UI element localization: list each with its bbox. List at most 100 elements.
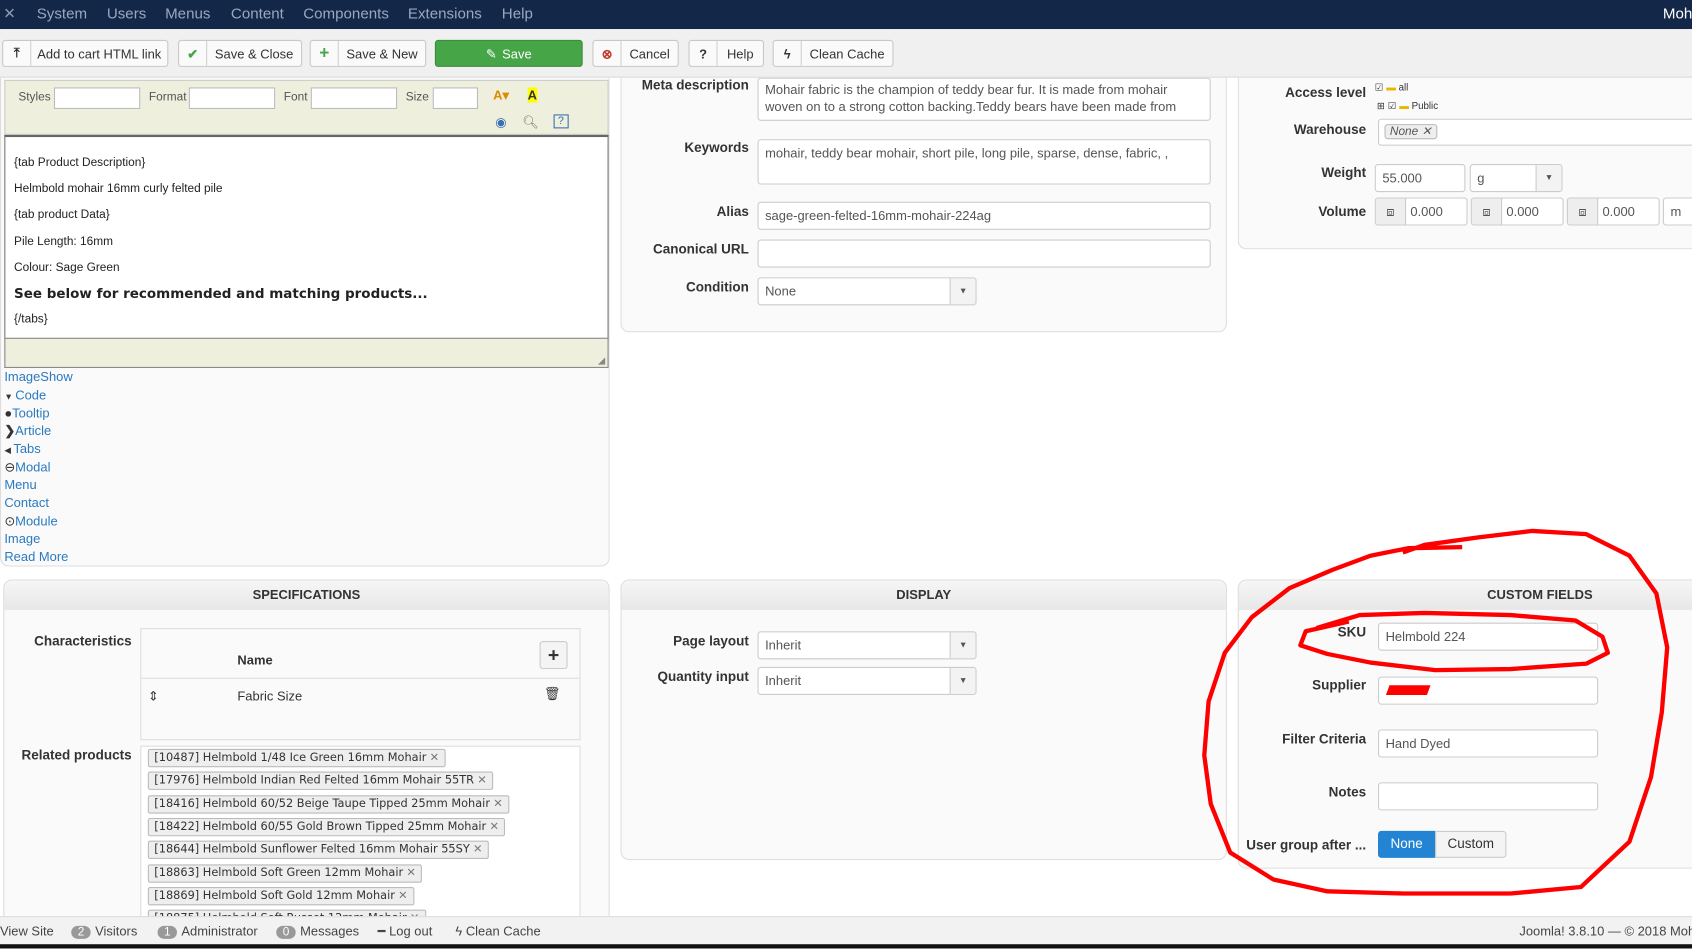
code-button[interactable]: ▼ Code — [4, 387, 46, 402]
trash-icon[interactable]: 🗑︎ — [544, 686, 560, 701]
lightning-icon: ϟ — [774, 41, 802, 66]
supplier-field[interactable] — [1378, 676, 1599, 705]
remove-icon[interactable]: ✕ — [430, 751, 440, 764]
visitors-link[interactable]: 2 Visitors — [71, 924, 137, 939]
view-site-link[interactable]: View Site — [0, 924, 54, 939]
toolbar: ⤒ Add to cart HTML link ✔ Save & Close + Sa… — [0, 29, 1692, 78]
site-title[interactable]: Moh — [1663, 4, 1692, 21]
access-public-checkbox[interactable]: ⊞ ☑ ▬ Public — [1377, 100, 1438, 112]
contact-button[interactable]: Contact — [4, 495, 49, 510]
menu-extensions[interactable]: Extensions — [408, 4, 482, 21]
editor-line: Colour: Sage Green — [14, 260, 120, 274]
module-button[interactable]: ⊙Module — [4, 514, 57, 529]
preview-icon[interactable]: 🔍︎ — [522, 114, 538, 129]
menu-button[interactable]: Menu — [4, 477, 36, 492]
add-characteristic-button[interactable]: + — [539, 640, 568, 670]
editor-content[interactable]: {tab Product Description} Helmbold mohai… — [4, 134, 609, 339]
volume-unit-select[interactable]: m — [1662, 197, 1692, 226]
chevron-down-icon: ▼ — [1535, 165, 1562, 192]
help-icon[interactable]: ? — [553, 114, 569, 129]
imageshow-button[interactable]: ImageShow — [4, 369, 72, 384]
related-product-tag[interactable]: [18644] Helmbold Sunflower Felted 16mm M… — [147, 840, 489, 860]
drag-handle-icon[interactable]: ⇕ — [148, 688, 159, 703]
remove-icon[interactable]: ✕ — [493, 797, 503, 810]
user-group-custom-toggle[interactable]: Custom — [1435, 830, 1507, 858]
resize-handle-icon[interactable]: ◢ — [598, 355, 605, 367]
remove-icon[interactable]: ✕ — [477, 774, 487, 787]
sku-field[interactable]: Helmbold 224 — [1378, 622, 1599, 651]
plus-icon: + — [311, 41, 339, 66]
article-button[interactable]: ❯Article — [4, 423, 51, 438]
alias-field[interactable]: sage-green-felted-16mm-mohair-224ag — [757, 201, 1211, 230]
remove-icon[interactable]: ✕ — [1422, 125, 1432, 138]
weight-field[interactable]: 55.000 — [1374, 164, 1466, 193]
save-new-button[interactable]: + Save & New — [309, 39, 427, 67]
joomla-logo-icon[interactable]: ✕ — [3, 4, 16, 22]
read-more-button[interactable]: Read More — [4, 549, 68, 564]
tabs-button[interactable]: ◀ Tabs — [4, 441, 40, 456]
related-product-tag[interactable]: [18416] Helmbold 60/52 Beige Taupe Tippe… — [147, 794, 510, 814]
styles-select[interactable] — [53, 87, 141, 109]
tooltip-button[interactable]: ●Tooltip — [4, 406, 49, 421]
access-all-checkbox[interactable]: ☑ ▬ all — [1375, 82, 1409, 94]
menu-help[interactable]: Help — [502, 4, 533, 21]
redaction-mark — [1385, 685, 1431, 695]
font-select[interactable] — [310, 87, 398, 109]
meta-description-field[interactable]: Mohair fabric is the champion of teddy b… — [757, 77, 1211, 121]
menu-system[interactable]: System — [37, 4, 87, 21]
status-bar: View Site 2 Visitors 1 Administrator 0 Mess… — [0, 916, 1692, 945]
remove-icon[interactable]: ✕ — [398, 889, 408, 902]
related-product-tag[interactable]: [10487] Helmbold 1/48 Ice Green 16mm Moh… — [147, 748, 446, 768]
play-circle-icon: ⊙ — [4, 513, 16, 529]
editor-line: Pile Length: 16mm — [14, 234, 114, 248]
specifications-panel: SPECIFICATIONS Characteristics Name + ⇕ … — [3, 579, 610, 940]
keywords-field[interactable]: mohair, teddy bear mohair, short pile, l… — [757, 139, 1211, 185]
image-button[interactable]: Image — [4, 531, 40, 546]
warehouse-select[interactable]: None ✕ — [1378, 118, 1692, 146]
menu-components[interactable]: Components — [303, 4, 389, 21]
size-select[interactable] — [432, 87, 479, 109]
height-field[interactable]: ⧈ 0.000 — [1566, 197, 1660, 226]
messages-link[interactable]: 0 Messages — [276, 924, 359, 939]
canonical-url-field[interactable] — [757, 239, 1211, 268]
insert-media-icon[interactable]: ◉ — [495, 114, 506, 129]
width-field[interactable]: ⧈ 0.000 — [1470, 197, 1564, 226]
weight-unit-select[interactable]: g ▼ — [1469, 164, 1563, 193]
related-product-tag[interactable]: [18869] Helmbold Soft Gold 12mm Mohair ✕ — [147, 886, 415, 906]
related-product-tag[interactable]: [17976] Helmbold Indian Red Felted 16mm … — [147, 771, 494, 791]
user-group-none-toggle[interactable]: None — [1378, 830, 1436, 858]
save-close-button[interactable]: ✔ Save & Close — [178, 39, 303, 67]
logout-link[interactable]: ━ Log out — [378, 924, 433, 939]
administrator-link[interactable]: 1 Administrator — [157, 924, 258, 939]
filter-criteria-field[interactable]: Hand Dyed — [1378, 729, 1599, 758]
cancel-button[interactable]: ⊗ Cancel — [592, 39, 679, 67]
help-button[interactable]: ? Help — [688, 39, 765, 67]
editor-line: {tab product Data} — [14, 208, 110, 222]
minus-icon: ━ — [377, 923, 390, 939]
editor-line: See below for recommended and matching p… — [14, 284, 428, 302]
clean-cache-button[interactable]: ϟ Clean Cache — [772, 39, 894, 67]
highlight-color-icon[interactable]: A — [527, 87, 538, 103]
quantity-input-select[interactable]: Inherit ▼ — [757, 666, 977, 695]
remove-icon[interactable]: ✕ — [489, 820, 499, 833]
specifications-title: SPECIFICATIONS — [4, 580, 609, 610]
notes-field[interactable] — [1378, 782, 1599, 811]
chevron-down-icon: ▼ — [949, 667, 976, 694]
save-button[interactable]: ✎ Save — [434, 39, 583, 67]
menu-users[interactable]: Users — [107, 4, 146, 21]
menu-content[interactable]: Content — [231, 4, 284, 21]
clean-cache-link[interactable]: ϟ Clean Cache — [455, 924, 540, 939]
remove-icon[interactable]: ✕ — [406, 866, 416, 879]
length-field[interactable]: ⧈ 0.000 — [1374, 197, 1468, 226]
related-product-tag[interactable]: [18422] Helmbold 60/55 Gold Brown Tipped… — [147, 817, 506, 837]
page-layout-select[interactable]: Inherit ▼ — [757, 631, 977, 660]
text-color-icon[interactable]: A▾ — [493, 87, 509, 102]
add-to-cart-button[interactable]: ⤒ Add to cart HTML link — [2, 39, 169, 67]
menu-menus[interactable]: Menus — [165, 4, 210, 21]
editor-statusbar: ◢ — [4, 338, 609, 368]
modal-button[interactable]: ⊖Modal — [4, 460, 50, 475]
remove-icon[interactable]: ✕ — [473, 843, 483, 856]
condition-select[interactable]: None ▼ — [757, 277, 977, 306]
related-product-tag[interactable]: [18863] Helmbold Soft Green 12mm Mohair ✕ — [147, 863, 423, 883]
format-select[interactable] — [188, 87, 276, 109]
